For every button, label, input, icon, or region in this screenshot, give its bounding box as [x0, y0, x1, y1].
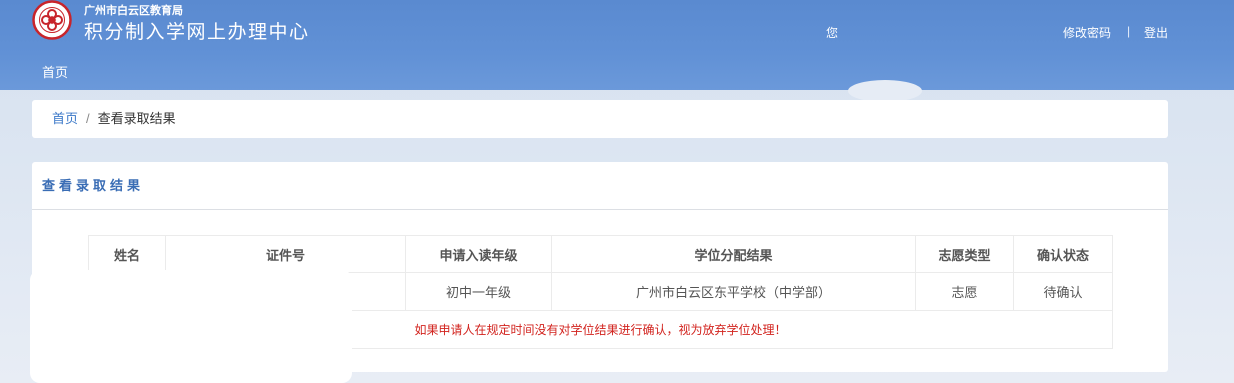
column-header-status: 确认状态 [1013, 235, 1113, 273]
cell-result: 广州市白云区东平学校（中学部） [551, 272, 916, 311]
redaction-overlay [30, 270, 352, 383]
system-title: 积分制入学网上办理中心 [84, 22, 310, 43]
change-password-link[interactable]: 修改密码 [1063, 24, 1111, 41]
header-separator: | [1127, 24, 1131, 38]
column-header-grade: 申请入读年级 [405, 235, 552, 273]
cell-choice-type: 志愿 [915, 272, 1014, 311]
top-header: 广州市白云区教育局 积分制入学网上办理中心 您 修改密码 | 登出 首页 [0, 0, 1234, 90]
redaction-overlay [848, 80, 922, 102]
cell-grade: 初中一年级 [405, 272, 552, 311]
panel-title: 查看录取结果 [32, 162, 1168, 210]
nav-item-home[interactable]: 首页 [42, 62, 68, 81]
table-header-row: 姓名 证件号 申请入读年级 学位分配结果 志愿类型 确认状态 [88, 235, 1113, 273]
breadcrumb-separator: / [86, 111, 90, 126]
column-header-choice-type: 志愿类型 [915, 235, 1014, 273]
column-header-result: 学位分配结果 [551, 235, 916, 273]
column-header-name: 姓名 [88, 235, 166, 273]
breadcrumb: 首页 / 查看录取结果 [32, 100, 1168, 138]
column-header-id-number: 证件号 [165, 235, 406, 273]
cell-status: 待确认 [1013, 272, 1113, 311]
user-greeting: 您 [826, 26, 839, 40]
knot-emblem-icon [32, 0, 72, 40]
breadcrumb-home-link[interactable]: 首页 [52, 111, 78, 126]
breadcrumb-current: 查看录取结果 [97, 111, 176, 126]
logout-link[interactable]: 登出 [1144, 24, 1168, 41]
org-name: 广州市白云区教育局 [84, 5, 183, 17]
